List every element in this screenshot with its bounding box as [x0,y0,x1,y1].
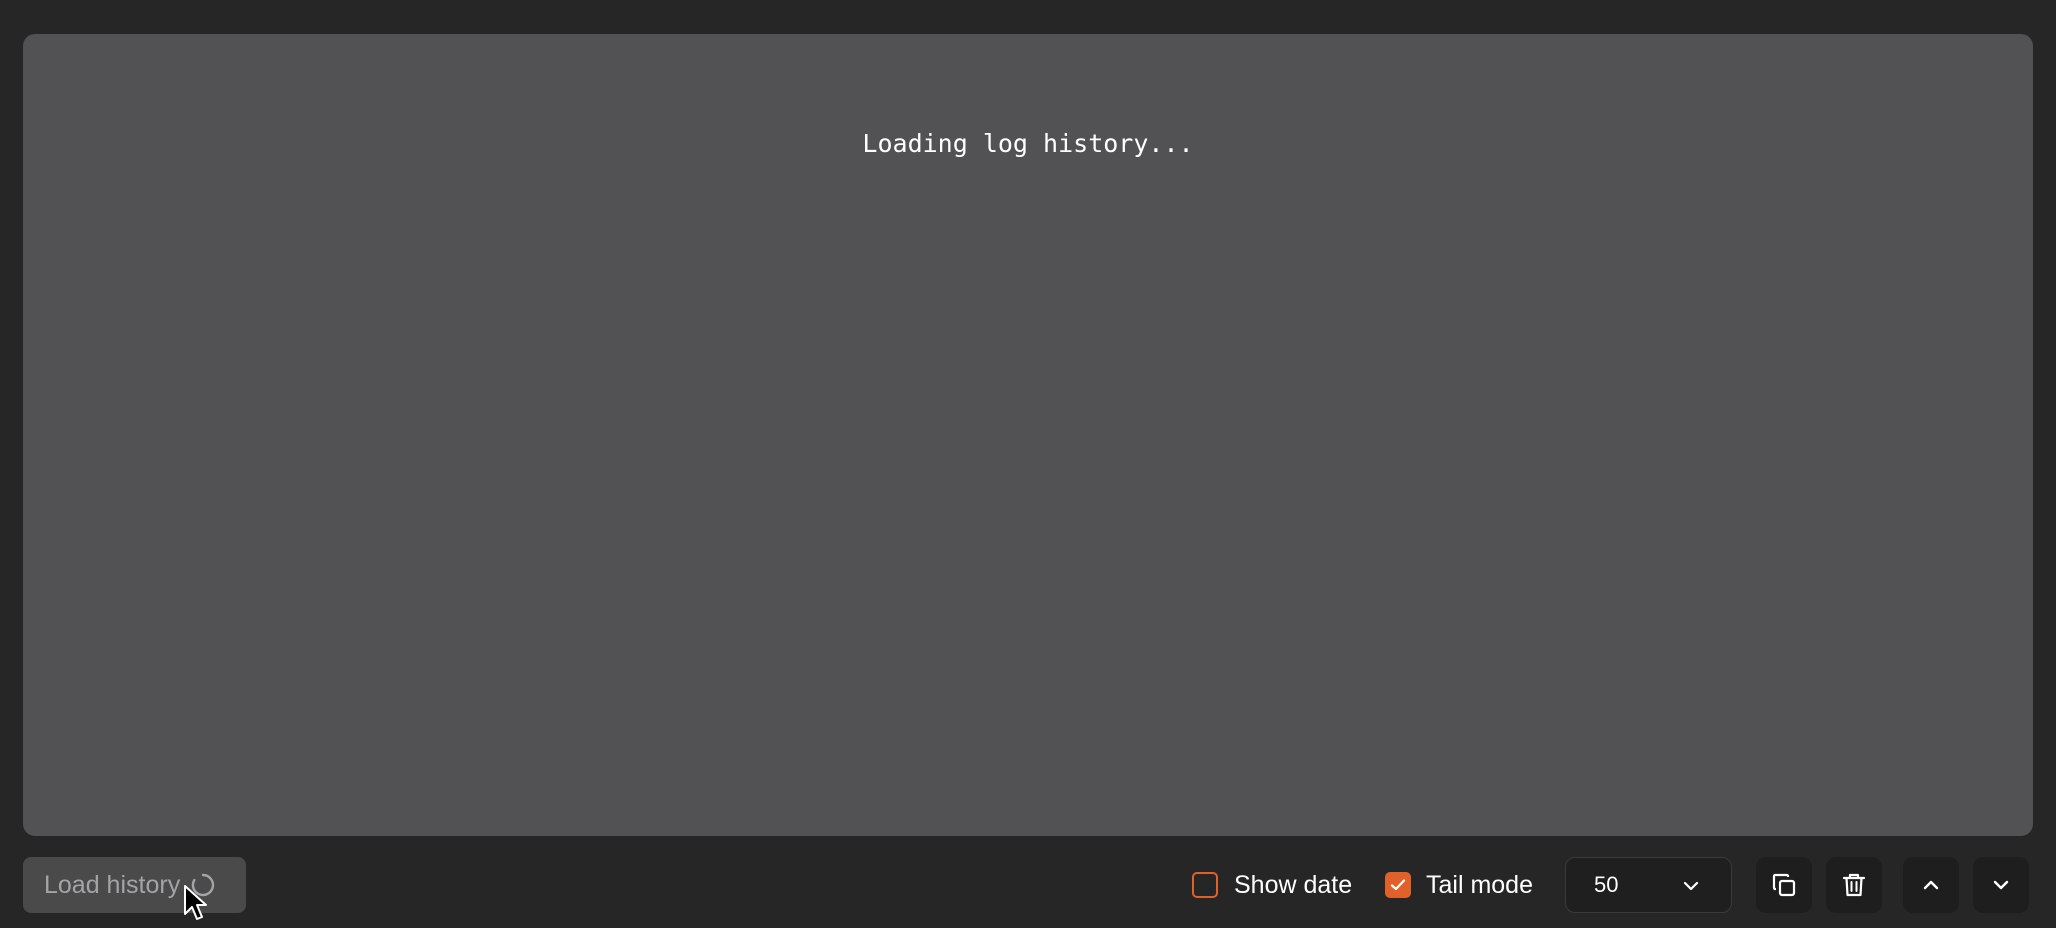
copy-icon [1772,873,1796,897]
tail-mode-checkbox[interactable] [1385,872,1411,898]
clear-logs-button[interactable] [1826,857,1882,913]
log-output-panel[interactable]: Loading log history... [23,34,2033,836]
lines-count-select[interactable]: 50 [1565,857,1732,913]
chevron-down-icon [1683,881,1699,891]
scroll-down-button[interactable] [1973,857,2029,913]
trash-icon [1842,873,1866,897]
load-history-label: Load history [44,870,181,899]
loading-status-text: Loading log history... [862,129,1194,158]
chevron-down-icon [1993,880,2009,890]
copy-button[interactable] [1756,857,1812,913]
check-icon [1390,879,1406,891]
mouse-pointer-icon [184,885,207,920]
show-date-label[interactable]: Show date [1234,870,1352,900]
chevron-up-icon [1923,880,1939,890]
load-history-button[interactable]: Load history [23,857,246,913]
scroll-up-button[interactable] [1903,857,1959,913]
show-date-checkbox[interactable] [1192,872,1218,898]
lines-count-value: 50 [1594,872,1619,897]
tail-mode-label[interactable]: Tail mode [1426,870,1533,900]
